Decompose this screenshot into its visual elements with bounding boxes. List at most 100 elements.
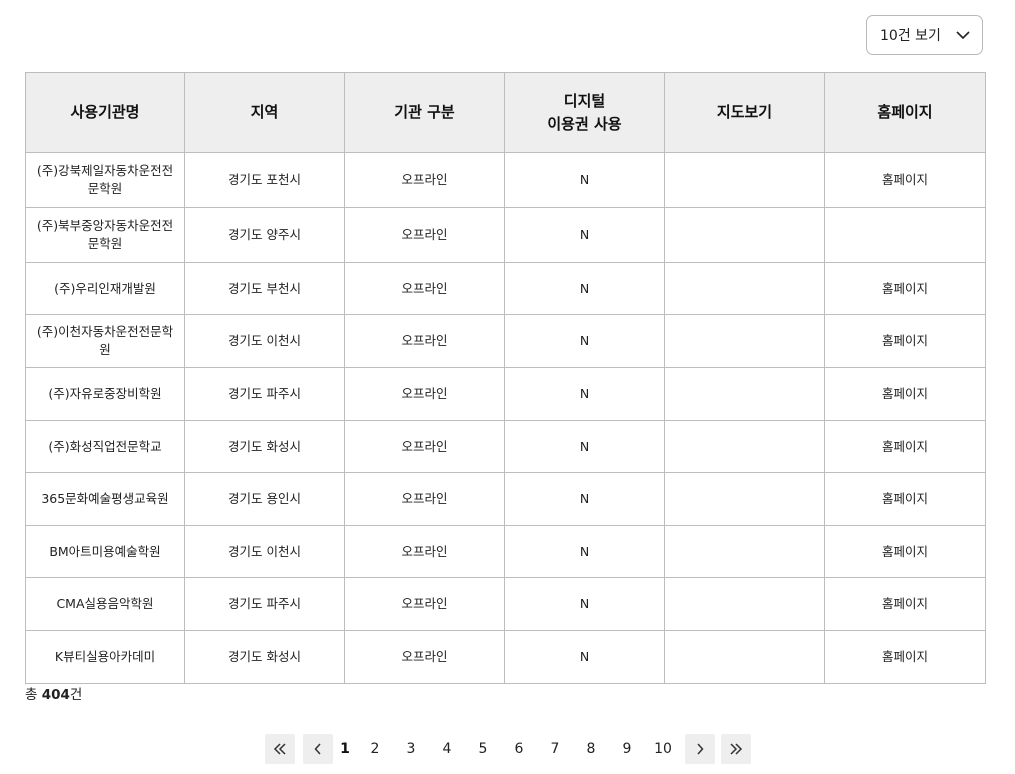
- table-row: (주)화성직업전문학교 경기도 화성시 오프라인 N 홈페이지: [25, 420, 986, 473]
- homepage-link[interactable]: 홈페이지: [882, 649, 928, 664]
- homepage-link[interactable]: 홈페이지: [882, 281, 928, 296]
- col-header-digital: 디지털 이용권 사용: [504, 72, 665, 153]
- cell-name: (주)우리인재개발원: [25, 262, 185, 315]
- double-chevron-right-icon: [730, 742, 743, 755]
- cell-type: 오프라인: [344, 525, 505, 578]
- col-header-homepage: 홈페이지: [824, 72, 986, 153]
- cell-map: [664, 525, 825, 578]
- col-header-map: 지도보기: [664, 72, 825, 153]
- cell-homepage: 홈페이지: [824, 420, 986, 473]
- page-size-label: 10건 보기: [880, 28, 941, 44]
- table-row: BM아트미용예술학원 경기도 이천시 오프라인 N 홈페이지: [25, 525, 986, 578]
- cell-digital: N: [504, 420, 665, 473]
- prev-page-button[interactable]: [303, 733, 333, 764]
- homepage-link[interactable]: 홈페이지: [882, 439, 928, 454]
- cell-name: BM아트미용예술학원: [25, 525, 185, 578]
- page-10[interactable]: 10: [645, 741, 681, 757]
- page-6[interactable]: 6: [501, 741, 537, 757]
- cell-type: 오프라인: [344, 367, 505, 421]
- cell-map: [664, 420, 825, 473]
- cell-map: [664, 472, 825, 526]
- page-9[interactable]: 9: [609, 741, 645, 757]
- cell-name: (주)이천자동차운전전문학원: [25, 314, 185, 368]
- cell-map: [664, 367, 825, 421]
- page-7[interactable]: 7: [537, 741, 573, 757]
- page-1[interactable]: 1: [333, 741, 357, 757]
- total-count: 총 404건: [25, 683, 82, 703]
- first-page-button[interactable]: [265, 733, 295, 764]
- chevron-left-icon: [314, 742, 321, 755]
- table-row: (주)우리인재개발원 경기도 부천시 오프라인 N 홈페이지: [25, 262, 986, 315]
- cell-region: 경기도 양주시: [184, 207, 345, 263]
- page-3[interactable]: 3: [393, 741, 429, 757]
- col-header-name: 사용기관명: [25, 72, 185, 153]
- page-5[interactable]: 5: [465, 741, 501, 757]
- table-header-row: 사용기관명 지역 기관 구분 디지털 이용권 사용 지도보기 홈페이지: [25, 72, 986, 153]
- homepage-link[interactable]: 홈페이지: [882, 544, 928, 559]
- cell-name: K뷰티실용아카데미: [25, 630, 185, 684]
- cell-map: [664, 314, 825, 368]
- cell-type: 오프라인: [344, 152, 505, 208]
- cell-type: 오프라인: [344, 472, 505, 526]
- cell-type: 오프라인: [344, 577, 505, 631]
- homepage-link[interactable]: 홈페이지: [882, 333, 928, 348]
- table-row: (주)북부중앙자동차운전전문학원 경기도 양주시 오프라인 N: [25, 207, 986, 263]
- cell-homepage: 홈페이지: [824, 577, 986, 631]
- page-2[interactable]: 2: [357, 741, 393, 757]
- cell-type: 오프라인: [344, 262, 505, 315]
- cell-homepage: 홈페이지: [824, 630, 986, 684]
- cell-homepage: 홈페이지: [824, 262, 986, 315]
- org-table: 사용기관명 지역 기관 구분 디지털 이용권 사용 지도보기 홈페이지 (주)강…: [25, 72, 986, 684]
- cell-digital: N: [504, 314, 665, 368]
- cell-name: CMA실용음악학원: [25, 577, 185, 631]
- cell-type: 오프라인: [344, 420, 505, 473]
- next-page-button[interactable]: [685, 733, 715, 764]
- cell-homepage: 홈페이지: [824, 367, 986, 421]
- cell-map: [664, 630, 825, 684]
- cell-region: 경기도 파주시: [184, 367, 345, 421]
- page-size-select[interactable]: 10건 보기: [866, 15, 983, 55]
- table-row: CMA실용음악학원 경기도 파주시 오프라인 N 홈페이지: [25, 577, 986, 631]
- cell-name: (주)북부중앙자동차운전전문학원: [25, 207, 185, 263]
- cell-region: 경기도 파주시: [184, 577, 345, 631]
- cell-homepage: 홈페이지: [824, 152, 986, 208]
- last-page-button[interactable]: [721, 733, 751, 764]
- cell-map: [664, 262, 825, 315]
- page-4[interactable]: 4: [429, 741, 465, 757]
- double-chevron-left-icon: [273, 742, 286, 755]
- cell-homepage: 홈페이지: [824, 472, 986, 526]
- cell-region: 경기도 이천시: [184, 314, 345, 368]
- total-prefix: 총: [25, 687, 42, 703]
- table-row: K뷰티실용아카데미 경기도 화성시 오프라인 N 홈페이지: [25, 630, 986, 684]
- cell-name: (주)자유로중장비학원: [25, 367, 185, 421]
- table-row: (주)자유로중장비학원 경기도 파주시 오프라인 N 홈페이지: [25, 367, 986, 421]
- cell-digital: N: [504, 577, 665, 631]
- homepage-link[interactable]: 홈페이지: [882, 386, 928, 401]
- cell-name: (주)강북제일자동차운전전문학원: [25, 152, 185, 208]
- cell-type: 오프라인: [344, 314, 505, 368]
- homepage-link[interactable]: 홈페이지: [882, 596, 928, 611]
- cell-region: 경기도 화성시: [184, 630, 345, 684]
- total-suffix: 건: [69, 687, 83, 703]
- pagination: 1 2 3 4 5 6 7 8 9 10: [265, 733, 751, 764]
- cell-digital: N: [504, 630, 665, 684]
- col-header-type: 기관 구분: [344, 72, 505, 153]
- cell-region: 경기도 포천시: [184, 152, 345, 208]
- cell-digital: N: [504, 152, 665, 208]
- cell-region: 경기도 화성시: [184, 420, 345, 473]
- cell-digital: N: [504, 367, 665, 421]
- cell-region: 경기도 용인시: [184, 472, 345, 526]
- cell-homepage: 홈페이지: [824, 525, 986, 578]
- cell-type: 오프라인: [344, 207, 505, 263]
- homepage-link[interactable]: 홈페이지: [882, 491, 928, 506]
- cell-region: 경기도 이천시: [184, 525, 345, 578]
- page-8[interactable]: 8: [573, 741, 609, 757]
- homepage-link[interactable]: 홈페이지: [882, 172, 928, 187]
- chevron-right-icon: [697, 742, 704, 755]
- cell-map: [664, 152, 825, 208]
- table-row: 365문화예술평생교육원 경기도 용인시 오프라인 N 홈페이지: [25, 472, 986, 526]
- chevron-down-icon: [956, 30, 970, 39]
- cell-name: (주)화성직업전문학교: [25, 420, 185, 473]
- cell-homepage: 홈페이지: [824, 314, 986, 368]
- cell-digital: N: [504, 472, 665, 526]
